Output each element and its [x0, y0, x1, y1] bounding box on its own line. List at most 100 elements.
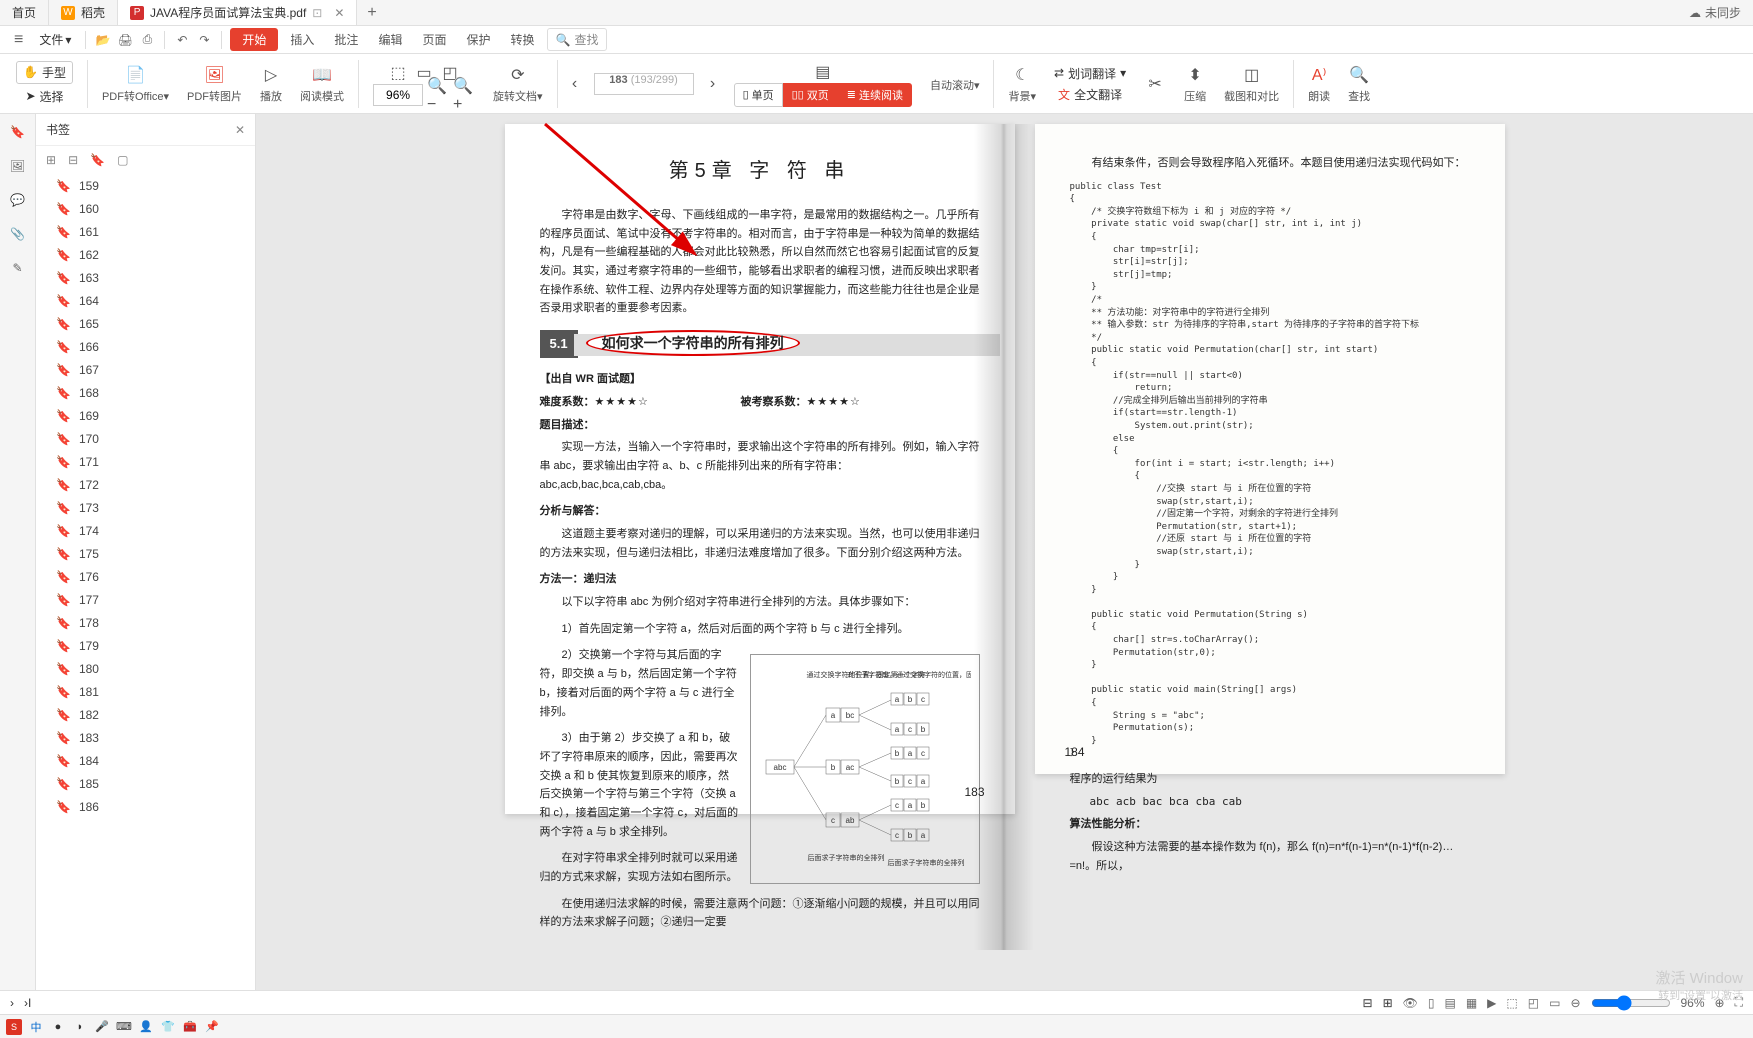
- zoom-in-icon[interactable]: 🔍+: [453, 84, 475, 106]
- compress-button[interactable]: ⬍压缩: [1176, 64, 1214, 104]
- page-input[interactable]: 183 (193/299): [594, 73, 694, 95]
- bookmark-item[interactable]: 🔖168: [36, 381, 255, 404]
- layout1-icon[interactable]: ▯: [1428, 996, 1435, 1010]
- play-button[interactable]: ▷播放: [252, 64, 290, 104]
- view-expand-icon[interactable]: ⊞: [1383, 996, 1393, 1010]
- bookmark-item[interactable]: 🔖165: [36, 312, 255, 335]
- close-panel-icon[interactable]: ✕: [235, 123, 245, 137]
- menu-review[interactable]: 批注: [326, 29, 366, 50]
- tab-file[interactable]: P JAVA程序员面试算法宝典.pdf ⊡ ✕: [118, 0, 357, 25]
- collapse-icon[interactable]: ⊟: [68, 153, 78, 167]
- zoom-out-status[interactable]: ⊖: [1570, 996, 1580, 1010]
- word-trans-button[interactable]: ⇄划词翻译▾: [1054, 65, 1126, 82]
- bookmark-item[interactable]: 🔖167: [36, 358, 255, 381]
- double-page-button[interactable]: ▯▯双页: [783, 83, 838, 107]
- read-aloud-button[interactable]: A⁾朗读: [1300, 64, 1338, 104]
- pdf-pic-button[interactable]: 🖼PDF转图片: [179, 64, 250, 104]
- fit1-icon[interactable]: ⬚: [1506, 996, 1517, 1010]
- ime-icon[interactable]: S: [6, 1019, 22, 1035]
- tab-shell[interactable]: W稻壳: [49, 0, 118, 25]
- bookmark-item[interactable]: 🔖179: [36, 634, 255, 657]
- zoom-input[interactable]: [373, 84, 423, 106]
- menu-edit[interactable]: 编辑: [370, 29, 410, 50]
- bookmark-item[interactable]: 🔖161: [36, 220, 255, 243]
- comment-icon[interactable]: 💬: [8, 190, 28, 210]
- select-tool[interactable]: ➤选择: [19, 86, 69, 107]
- bookmark-item[interactable]: 🔖184: [36, 749, 255, 772]
- bookmark-item[interactable]: 🔖159: [36, 174, 255, 197]
- tab-close-icon[interactable]: ✕: [334, 6, 344, 20]
- hamburger-icon[interactable]: ≡: [8, 31, 29, 49]
- bookmark-item[interactable]: 🔖170: [36, 427, 255, 450]
- person-icon[interactable]: 👤: [138, 1019, 154, 1035]
- sync-status[interactable]: ☁未同步: [1677, 0, 1753, 25]
- continuous-button[interactable]: ≣连续阅读: [838, 83, 912, 107]
- nav-prev-icon[interactable]: ›: [10, 996, 14, 1010]
- bookmark-list[interactable]: 🔖159🔖160🔖161🔖162🔖163🔖164🔖165🔖166🔖167🔖168…: [36, 174, 255, 990]
- menu-convert[interactable]: 转换: [502, 29, 542, 50]
- bg-button[interactable]: ☾背景▾: [1000, 64, 1044, 104]
- bookmark-item[interactable]: 🔖177: [36, 588, 255, 611]
- bookmark-item[interactable]: 🔖180: [36, 657, 255, 680]
- sign-icon[interactable]: ✎: [8, 258, 28, 278]
- mic-icon[interactable]: 🎤: [94, 1019, 110, 1035]
- zoom-slider[interactable]: [1591, 995, 1671, 1011]
- bookmark-item[interactable]: 🔖174: [36, 519, 255, 542]
- rotate-button[interactable]: ⟳旋转文档▾: [485, 64, 551, 104]
- file-menu[interactable]: 文件 ▾: [33, 31, 77, 48]
- ime-punct-icon[interactable]: ●: [50, 1019, 66, 1035]
- nav-next-icon[interactable]: ›I: [24, 996, 31, 1010]
- bookmark-item[interactable]: 🔖186: [36, 795, 255, 818]
- full-trans-button[interactable]: 文全文翻译: [1058, 86, 1122, 103]
- bookmark-item[interactable]: 🔖185: [36, 772, 255, 795]
- attachment-icon[interactable]: 📎: [8, 224, 28, 244]
- bookmark-item[interactable]: 🔖173: [36, 496, 255, 519]
- bookmark-item[interactable]: 🔖162: [36, 243, 255, 266]
- bookmark-item[interactable]: 🔖171: [36, 450, 255, 473]
- view-compact-icon[interactable]: ⊟: [1363, 996, 1373, 1010]
- menu-insert[interactable]: 插入: [282, 29, 322, 50]
- layout4-icon[interactable]: ▶: [1487, 996, 1496, 1010]
- bookmark-item[interactable]: 🔖172: [36, 473, 255, 496]
- read-mode-button[interactable]: 📖阅读模式: [292, 64, 352, 104]
- document-area[interactable]: 第5章 字 符 串 字符串是由数字、字母、下画线组成的一串字符，是最常用的数据结…: [256, 114, 1753, 990]
- save-icon[interactable]: 🖨: [116, 31, 134, 49]
- bm-del-icon[interactable]: ▢: [117, 153, 128, 167]
- page-layout-icon[interactable]: ▤: [812, 61, 834, 83]
- find-button[interactable]: 🔍查找: [1340, 64, 1378, 104]
- menu-search[interactable]: 🔍查找: [547, 28, 608, 51]
- fit3-icon[interactable]: ▭: [1549, 996, 1560, 1010]
- zoom-in-status[interactable]: ⊕: [1715, 996, 1725, 1010]
- screenshot-button[interactable]: ✂: [1136, 73, 1174, 95]
- redo-icon[interactable]: ↷: [195, 31, 213, 49]
- fit-width-icon[interactable]: ⬚: [387, 62, 409, 84]
- bookmark-item[interactable]: 🔖163: [36, 266, 255, 289]
- keyboard-icon[interactable]: ⌨: [116, 1019, 132, 1035]
- expand-icon[interactable]: ⊞: [46, 153, 56, 167]
- prev-page-icon[interactable]: ‹: [564, 73, 586, 95]
- zoom-out-icon[interactable]: 🔍−: [427, 84, 449, 106]
- print-icon[interactable]: ⎙: [138, 31, 156, 49]
- tab-pin-icon[interactable]: ⊡: [312, 6, 322, 20]
- menu-protect[interactable]: 保护: [458, 29, 498, 50]
- hand-tool[interactable]: ✋手型: [16, 61, 73, 84]
- toolbox-icon[interactable]: 🧰: [182, 1019, 198, 1035]
- bookmark-item[interactable]: 🔖164: [36, 289, 255, 312]
- bookmark-icon[interactable]: 🔖: [8, 122, 28, 142]
- bookmark-item[interactable]: 🔖183: [36, 726, 255, 749]
- bookmark-item[interactable]: 🔖166: [36, 335, 255, 358]
- fullscreen-icon[interactable]: ⛶: [1735, 995, 1743, 1010]
- single-page-button[interactable]: ▯单页: [734, 83, 783, 107]
- bookmark-item[interactable]: 🔖178: [36, 611, 255, 634]
- thumbnail-icon[interactable]: 🖼: [8, 156, 28, 176]
- pin-icon[interactable]: 📌: [204, 1019, 220, 1035]
- auto-scroll-button[interactable]: 自动滚动▾: [922, 75, 988, 93]
- fit2-icon[interactable]: ◰: [1528, 996, 1539, 1010]
- undo-icon[interactable]: ↶: [173, 31, 191, 49]
- ime-half-icon[interactable]: ◗: [72, 1019, 88, 1035]
- bookmark-item[interactable]: 🔖176: [36, 565, 255, 588]
- next-page-icon[interactable]: ›: [702, 73, 724, 95]
- ime-zh-icon[interactable]: 中: [28, 1019, 44, 1035]
- bookmark-item[interactable]: 🔖169: [36, 404, 255, 427]
- pdf-office-button[interactable]: 📄PDF转Office▾: [94, 64, 177, 104]
